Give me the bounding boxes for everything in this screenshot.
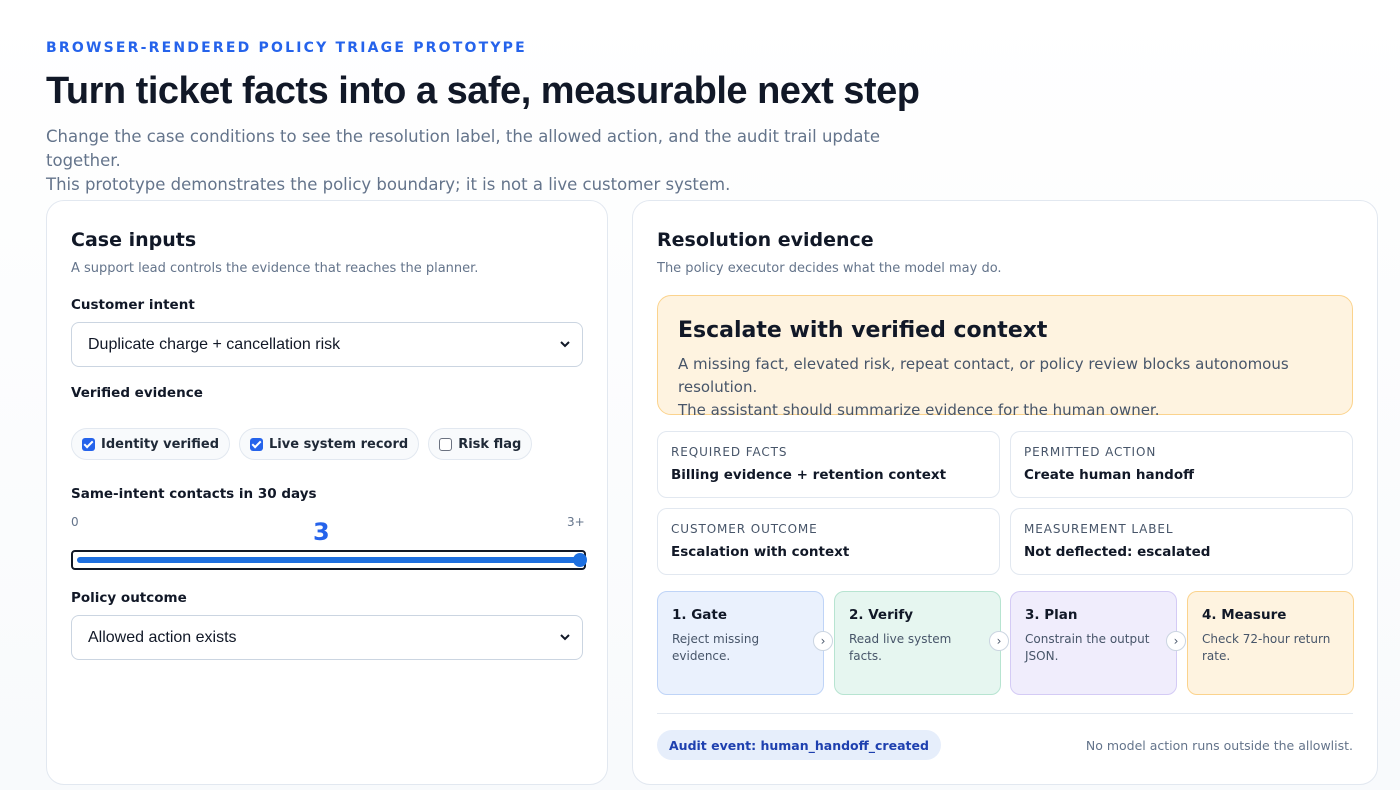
fact-measurement-label: MEASUREMENT LABEL Not deflected: escalat… [1010, 508, 1353, 575]
page-subtitle: Change the case conditions to see the re… [46, 125, 946, 197]
step-plan: 3. Plan Constrain the output JSON. [1010, 591, 1177, 695]
slider-track [77, 553, 587, 567]
live-system-record-checkbox[interactable]: Live system record [239, 428, 420, 460]
fact-value: Not deflected: escalated [1024, 544, 1211, 560]
slider-thumb[interactable] [573, 553, 587, 567]
audit-event-badge: Audit event: human_handoff_created [657, 730, 941, 760]
checkbox-icon [82, 437, 95, 451]
step-measure: 4. Measure Check 72-hour return rate. [1187, 591, 1354, 695]
step-desc: Read live system facts. [849, 632, 952, 663]
fact-customer-outcome: CUSTOMER OUTCOME Escalation with context [657, 508, 1000, 575]
chevron-right-icon: › [989, 631, 1009, 651]
fact-key: PERMITTED ACTION [1024, 445, 1157, 459]
page-title: Turn ticket facts into a safe, measurabl… [46, 70, 920, 112]
chevron-down-icon [560, 341, 570, 348]
step-desc: Constrain the output JSON. [1025, 632, 1150, 663]
slider-fill [77, 557, 580, 563]
chevron-right-icon: › [813, 631, 833, 651]
contacts-slider[interactable] [71, 550, 587, 570]
subtitle-line-1: Change the case conditions to see the re… [46, 127, 881, 170]
step-title: 3. Plan [1025, 607, 1078, 623]
step-title: 2. Verify [849, 607, 914, 623]
fact-key: CUSTOMER OUTCOME [671, 522, 818, 536]
verified-evidence-options: Identity verified Live system record Ris… [71, 428, 533, 460]
fact-value: Escalation with context [671, 544, 850, 560]
case-inputs-panel: Case inputs A support lead controls the … [46, 200, 608, 785]
contacts-label: Same-intent contacts in 30 days [71, 486, 317, 502]
fact-permitted-action: PERMITTED ACTION Create human handoff [1010, 431, 1353, 498]
resolution-description: The policy executor decides what the mod… [657, 261, 1002, 276]
verified-evidence-label: Verified evidence [71, 385, 203, 401]
audit-note: No model action runs outside the allowli… [1085, 738, 1353, 753]
chevron-down-icon [560, 634, 570, 641]
customer-intent-label: Customer intent [71, 297, 195, 313]
fact-key: REQUIRED FACTS [671, 445, 788, 459]
chevron-right-icon: › [1166, 631, 1186, 651]
policy-outcome-select[interactable]: Allowed action exists [71, 615, 583, 660]
contacts-max-label: 3+ [567, 515, 585, 529]
contacts-value: 3 [313, 518, 330, 546]
callout-heading: Escalate with verified context [678, 318, 1048, 343]
callout-line-2: The assistant should summarize evidence … [678, 401, 1160, 419]
checkbox-icon [439, 437, 453, 451]
live-system-record-label: Live system record [269, 436, 409, 452]
divider [657, 713, 1353, 714]
contacts-min-label: 0 [71, 515, 79, 529]
resolution-evidence-panel: Resolution evidence The policy executor … [632, 200, 1378, 785]
step-title: 1. Gate [672, 607, 728, 623]
callout-line-1: A missing fact, elevated risk, repeat co… [678, 355, 1289, 396]
checkbox-icon [250, 437, 264, 451]
case-inputs-title: Case inputs [71, 229, 197, 251]
fact-value: Billing evidence + retention context [671, 467, 947, 483]
subtitle-line-2: This prototype demonstrates the policy b… [46, 175, 731, 194]
policy-outcome-value: Allowed action exists [88, 628, 237, 646]
step-title: 4. Measure [1202, 607, 1287, 623]
resolution-title: Resolution evidence [657, 229, 874, 251]
case-inputs-description: A support lead controls the evidence tha… [71, 261, 479, 276]
identity-verified-label: Identity verified [101, 436, 220, 452]
fact-value: Create human handoff [1024, 467, 1195, 483]
risk-flag-label: Risk flag [458, 436, 522, 452]
customer-intent-value: Duplicate charge + cancellation risk [88, 335, 341, 353]
step-desc: Reject missing evidence. [672, 632, 760, 663]
customer-intent-select[interactable]: Duplicate charge + cancellation risk [71, 322, 583, 367]
identity-verified-checkbox[interactable]: Identity verified [71, 428, 231, 460]
step-verify: 2. Verify Read live system facts. [834, 591, 1001, 695]
risk-flag-checkbox[interactable]: Risk flag [428, 428, 533, 460]
page-kicker: BROWSER-RENDERED POLICY TRIAGE PROTOTYPE [46, 40, 527, 56]
step-gate: 1. Gate Reject missing evidence. [657, 591, 824, 695]
resolution-callout: Escalate with verified context A missing… [657, 295, 1353, 419]
fact-key: MEASUREMENT LABEL [1024, 522, 1174, 536]
fact-required-facts: REQUIRED FACTS Billing evidence + retent… [657, 431, 1000, 498]
policy-outcome-label: Policy outcome [71, 590, 187, 606]
step-desc: Check 72-hour return rate. [1202, 632, 1331, 663]
